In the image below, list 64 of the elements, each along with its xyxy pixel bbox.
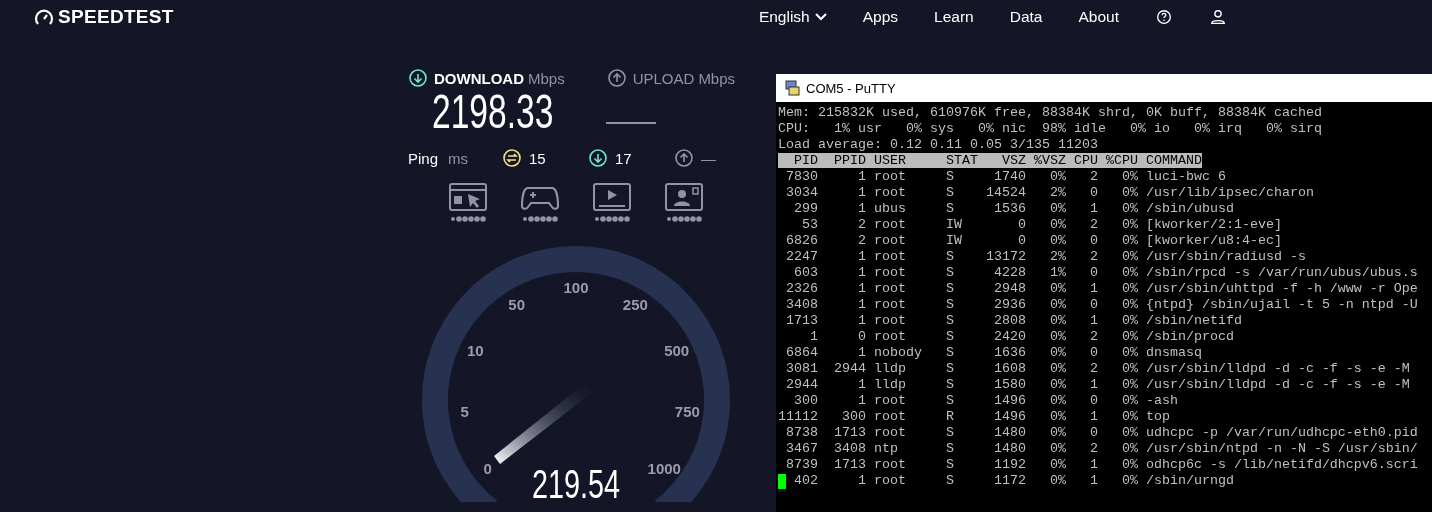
nav-link[interactable]: Data — [1009, 8, 1043, 26]
video-player-icon — [592, 182, 632, 212]
dot-indicator-icon — [522, 216, 558, 222]
process-row-text: 8739 1713 root S 1192 0% 1 0% odhcp6c -s /lib/netifd/dhcpv6.scri — [785, 457, 1418, 472]
process-row-text: 1 0 root S 2420 0% 2 0% /sbin/procd — [809, 329, 1234, 344]
gauge-scale-label: 0 — [483, 459, 492, 477]
process-row-text: 300 1 root S 1496 0% 0 0% -ash — [793, 393, 1178, 408]
gauge-scale-label: 50 — [508, 296, 525, 313]
gauge-scale-label: 5 — [460, 402, 469, 420]
dot-indicator-icon — [594, 216, 630, 222]
process-row-text: 7830 1 root S 1740 0% 2 0% luci-bwc 6 — [785, 169, 1226, 184]
process-row-text: 1713 1 root S 2808 0% 1 0% /sbin/netifd — [785, 313, 1242, 328]
nav-link[interactable]: Learn — [934, 8, 974, 26]
download-label: DOWNLOAD — [434, 69, 524, 87]
nav-link[interactable]: About — [1078, 8, 1119, 26]
ping-value: 15 — [529, 149, 546, 167]
process-row-text: 6864 1 nobody S 1636 0% 0 0% dnsmasq — [785, 345, 1202, 360]
ping-value: — — [701, 149, 716, 167]
process-row-text: 3081 2944 lldp S 1608 0% 2 0% /usr/sbin/lldpd -d -c -f -s -e -M — [785, 361, 1410, 376]
contact-card-icon — [664, 182, 704, 212]
process-row-text: 3467 3408 ntp S 1480 0% 2 0% /usr/sbin/ntpd -n -N -S /usr/sbin/ — [785, 441, 1418, 456]
gauge-reading: 219.54 — [531, 461, 621, 502]
gauge-scale-label: 250 — [622, 296, 648, 313]
process-row-text: 299 1 ubus S 1536 0% 1 0% /sbin/ubusd — [793, 201, 1234, 216]
terminal-line: CPU: 1% usr 0% sys 0% nic 98% idle 0% io 0% irq 0% sirq — [778, 121, 1323, 137]
download-speed: 2198.33 — [432, 88, 554, 136]
language-dropdown[interactable]: English — [758, 8, 827, 26]
user-icon[interactable] — [1209, 8, 1227, 26]
ping-label: Ping — [408, 149, 439, 167]
dot-indicator-icon — [450, 216, 486, 222]
upload-unit: Mbps — [698, 69, 736, 87]
ping-value: 17 — [615, 149, 632, 167]
process-row-text: 3408 1 root S 2936 0% 0 0% {ntpd} /sbin/ujail -t 5 -n ntpd -U — [785, 297, 1418, 312]
nav-link[interactable]: Apps — [862, 8, 899, 26]
upload-placeholder-dash — [605, 122, 656, 124]
download-unit: Mbps — [528, 69, 565, 87]
idle-ping-icon — [502, 148, 523, 168]
dot-indicator-icon — [666, 216, 702, 222]
process-row-text: 8738 1713 root S 1480 0% 0 0% udhcpc -p /var/run/udhcpc-eth0.pid — [785, 425, 1418, 440]
ping-unit: ms — [448, 149, 469, 167]
process-row-text: 3034 1 root S 14524 2% 0 0% /usr/lib/ipsec/charon — [785, 185, 1314, 200]
gauge-scale-label: 10 — [467, 341, 484, 359]
terminal-line: Load average: 0.12 0.11 0.05 3/135 11203 — [778, 137, 1099, 153]
caret-icon — [814, 13, 827, 21]
computer-icon — [784, 80, 800, 96]
process-row: 11112 300 root R 1496 0% 1 0% top — [778, 409, 1170, 424]
gauge-scale-label: 750 — [674, 402, 700, 420]
process-row-text: 53 2 root IW 0 0% 2 0% [kworker/2:1-eve] — [801, 217, 1282, 232]
process-row-text: 2326 1 root S 2948 0% 1 0% /usr/sbin/uhttpd -f -h /www -r Ope — [785, 281, 1418, 296]
terminal-line: Mem: 215832K used, 610976K free, 88384K shrd, 0K buff, 88384K cached — [778, 105, 1323, 121]
gauge-scale-label: 500 — [664, 341, 690, 359]
browser-window-icon — [448, 182, 488, 212]
process-row-text: 6826 2 root IW 0 0% 0 0% [kworker/u8:4-ec] — [785, 233, 1282, 248]
window-title: COM5 - PuTTY — [806, 80, 896, 96]
upload-label: UPLOAD — [632, 69, 695, 87]
process-row-text: 603 1 root S 4228 1% 0 0% /sbin/rpcd -s /var/run/ubus/ubus.s — [793, 265, 1418, 280]
gauge-scale-label: 100 — [563, 279, 589, 296]
gauge-scale-label: 1000 — [647, 459, 681, 477]
process-row-text: 402 1 root S 1172 0% 1 0% /sbin/urngd — [793, 473, 1234, 488]
help-icon[interactable] — [1155, 8, 1173, 26]
process-row-text: 2944 1 lldp S 1580 0% 1 0% /usr/sbin/lldpd -d -c -f -s -e -M — [785, 377, 1410, 392]
process-row-text: 2247 1 root S 13172 2% 2 0% /usr/sbin/radiusd -s — [785, 249, 1306, 264]
column-header: PID PPID USER STAT VSZ %VSZ CPU %CPU COMMAND — [778, 153, 1202, 168]
speedtest-logo[interactable]: SPEEDTEST — [34, 6, 174, 28]
